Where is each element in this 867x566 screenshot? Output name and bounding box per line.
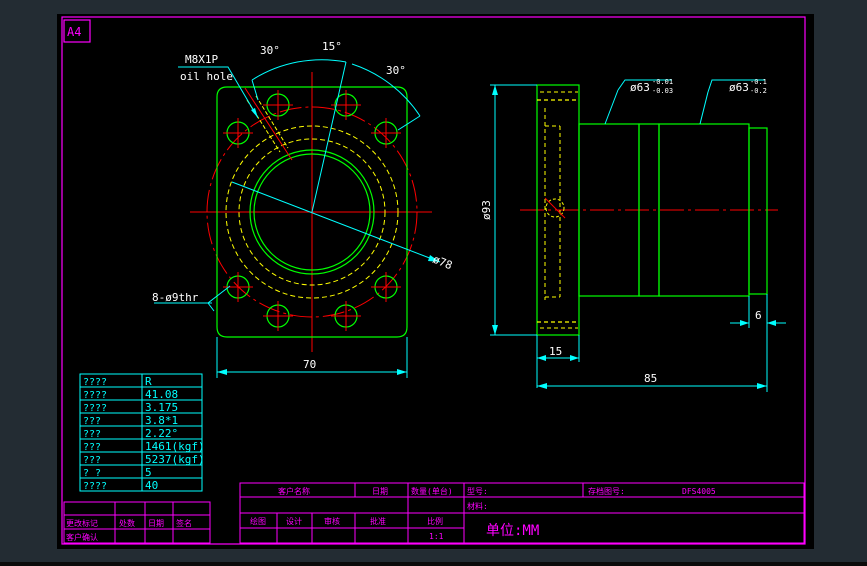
spec-table-value: 1461(kgf) [145, 440, 205, 453]
thread-callout: M8X1P [185, 53, 218, 66]
tb-client-name: 客户名称 [278, 486, 310, 496]
tb-drawing-no: DFS4005 [682, 487, 716, 496]
width-front-label: 70 [303, 358, 316, 371]
tb-approved: 批准 [370, 516, 386, 526]
spec-table-label: ???? [83, 481, 107, 492]
paper-sheet [57, 14, 814, 549]
dia-a-label: ø63 [630, 81, 650, 94]
bolt-holes-label: 8-ø9thr [152, 291, 199, 304]
angle-left-label: 30° [260, 44, 280, 57]
cad-viewport: A4 M8X1P oil hole 30° 15° 30° 8-ø9thr ø7… [0, 0, 867, 562]
spec-table-value: 5237(kgf) [145, 453, 205, 466]
spec-table-label: ? ? [83, 468, 101, 479]
spec-table-label: ???? [83, 403, 107, 414]
step-length-label: 6 [755, 309, 762, 322]
spec-table-label: ??? [83, 416, 101, 427]
tb-quantity: 数量(单台) [411, 486, 453, 496]
spec-table-label: ??? [83, 429, 101, 440]
spec-table-value: R [145, 375, 152, 388]
rev-date: 日期 [148, 519, 164, 528]
tb-drawing-no-label: 存档图号: [588, 486, 625, 496]
oil-hole-label: oil hole [180, 70, 233, 83]
spec-table-value: 3.8*1 [145, 414, 178, 427]
tb-unit: 单位:MM [486, 523, 539, 539]
dia-a-tol-lower: -0.03 [652, 87, 673, 95]
tb-designed: 设计 [286, 516, 302, 526]
spec-table-label: ??? [83, 442, 101, 453]
dia-a-tol-upper: -0.01 [652, 78, 673, 86]
tb-model-label: 型号: [467, 487, 488, 496]
spec-table-value: 3.175 [145, 401, 178, 414]
sheet-size-label: A4 [67, 25, 81, 39]
total-length-label: 85 [644, 372, 657, 385]
tb-checked: 审核 [324, 516, 340, 526]
spec-table-label: ??? [83, 455, 101, 466]
angle-right-label: 30° [386, 64, 406, 77]
spec-table-value: 5 [145, 466, 152, 479]
spec-table-label: ???? [83, 390, 107, 401]
spec-table-value: 2.22° [145, 427, 178, 440]
dia-b-tol-lower: -0.2 [750, 87, 767, 95]
rev-signature: 签名 [176, 518, 192, 528]
flange-thickness-label: 15 [549, 345, 562, 358]
tb-scale: 1:1 [429, 532, 444, 541]
spec-table-value: 41.08 [145, 388, 178, 401]
tb-date: 日期 [372, 487, 388, 496]
rev-location: 处数 [119, 518, 135, 528]
spec-table-value: 40 [145, 479, 158, 492]
rev-change-mark: 更改标记 [66, 518, 98, 528]
angle-top-label: 15° [322, 40, 342, 53]
tb-material-label: 材料: [467, 501, 488, 511]
dia-b-tol-upper: -0.1 [750, 78, 767, 86]
rev-client-confirm: 客户确认 [66, 532, 98, 542]
drawing-canvas[interactable]: A4 M8X1P oil hole 30° 15° 30° 8-ø9thr ø7… [0, 0, 867, 562]
tb-scale-label: 比例 [427, 516, 443, 526]
tb-drawn: 绘图 [250, 516, 266, 526]
dia-b-label: ø63 [729, 81, 749, 94]
flange-dia-label: ø93 [480, 200, 493, 220]
spec-table-label: ???? [83, 377, 107, 388]
